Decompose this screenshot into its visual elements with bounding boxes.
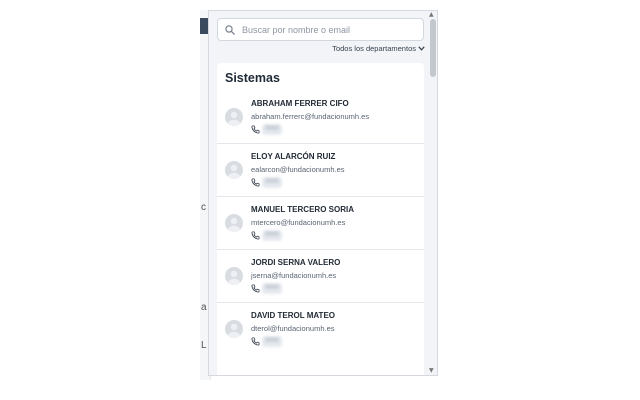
section-title: Sistemas xyxy=(225,71,280,85)
contact-phone[interactable]: 0000 xyxy=(251,124,282,135)
scroll-up-arrow-icon[interactable]: ▲ xyxy=(429,11,434,18)
contact-email[interactable]: dterol@fundacionumh.es xyxy=(251,324,335,333)
phone-icon xyxy=(251,284,260,293)
background-page-glyph: c xyxy=(201,202,206,213)
contact-extension: 0000 xyxy=(262,124,282,135)
avatar xyxy=(225,108,243,126)
contact-phone[interactable]: 0000 xyxy=(251,177,282,188)
contact-card: ELOY ALARCÓN RUIZ ealarcon@fundacionumh.… xyxy=(217,144,424,197)
user-silhouette-icon xyxy=(228,164,240,179)
contact-phone[interactable]: 0000 xyxy=(251,283,282,294)
avatar xyxy=(225,267,243,285)
contact-phone[interactable]: 0000 xyxy=(251,336,282,347)
search-input[interactable] xyxy=(240,23,414,36)
contact-name: JORDI SERNA VALERO xyxy=(251,258,341,267)
scroll-down-arrow-icon[interactable]: ▼ xyxy=(429,367,434,374)
search-icon xyxy=(225,24,235,35)
scrollbar-thumb[interactable] xyxy=(430,19,436,77)
contact-extension: 0000 xyxy=(262,336,282,347)
contact-card: DAVID TEROL MATEO dterol@fundacionumh.es… xyxy=(217,303,424,356)
vertical-scrollbar[interactable]: ▲ ▼ xyxy=(428,11,437,375)
contact-email[interactable]: ealarcon@fundacionumh.es xyxy=(251,165,345,174)
user-silhouette-icon xyxy=(228,111,240,126)
contact-email[interactable]: jserna@fundacionumh.es xyxy=(251,271,336,280)
department-filter-label: Todos los departamentos xyxy=(332,43,416,53)
contact-card: ABRAHAM FERRER CIFO abraham.ferrerc@fund… xyxy=(217,91,424,144)
contact-email[interactable]: mtercero@fundacionumh.es xyxy=(251,218,345,227)
contact-phone[interactable]: 0000 xyxy=(251,230,282,241)
contact-name: ABRAHAM FERRER CIFO xyxy=(251,99,349,108)
department-filter-dropdown[interactable]: Todos los departamentos xyxy=(319,42,425,54)
contact-name: ELOY ALARCÓN RUIZ xyxy=(251,152,336,161)
user-silhouette-icon xyxy=(228,323,240,338)
background-page-glyph: a xyxy=(201,302,207,313)
contact-card: JORDI SERNA VALERO jserna@fundacionumh.e… xyxy=(217,250,424,303)
contact-card: MANUEL TERCERO SORIA mtercero@fundacionu… xyxy=(217,197,424,250)
avatar xyxy=(225,214,243,232)
avatar xyxy=(225,320,243,338)
user-silhouette-icon xyxy=(228,270,240,285)
background-page-glyph: L xyxy=(201,340,207,351)
search-box[interactable] xyxy=(217,18,424,41)
user-silhouette-icon xyxy=(228,217,240,232)
contact-extension: 0000 xyxy=(262,230,282,241)
contact-name: DAVID TEROL MATEO xyxy=(251,311,335,320)
phone-icon xyxy=(251,337,260,346)
avatar xyxy=(225,161,243,179)
department-section: Sistemas ABRAHAM FERRER CIFO abraham.fer… xyxy=(217,63,424,375)
contact-name: MANUEL TERCERO SORIA xyxy=(251,205,354,214)
phone-icon xyxy=(251,125,260,134)
contacts-popup: Todos los departamentos Sistemas ABRAHAM… xyxy=(208,10,438,376)
contact-email[interactable]: abraham.ferrerc@fundacionumh.es xyxy=(251,112,369,121)
phone-icon xyxy=(251,178,260,187)
contact-extension: 0000 xyxy=(262,283,282,294)
contact-extension: 0000 xyxy=(262,177,282,188)
phone-icon xyxy=(251,231,260,240)
chevron-down-icon xyxy=(418,45,425,51)
